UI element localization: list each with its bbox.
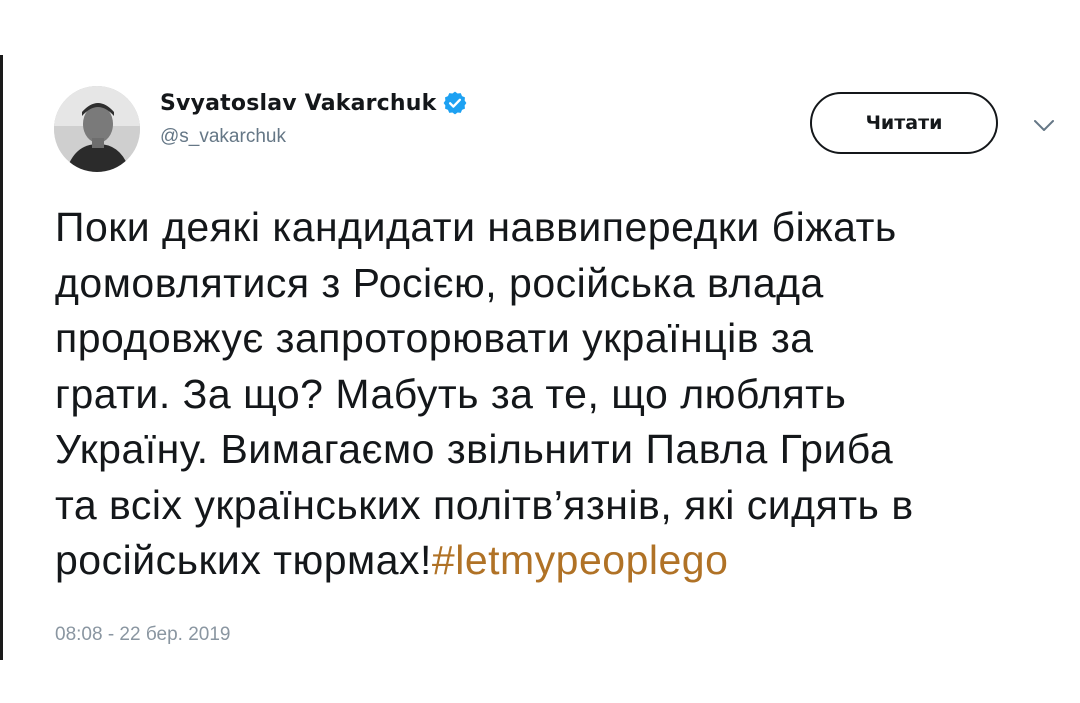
tweet-text-line: продовжує запроторювати українців за bbox=[55, 315, 814, 361]
avatar[interactable] bbox=[54, 86, 140, 172]
tweet-text-line: Поки деякі кандидати наввипередки біжать bbox=[55, 204, 897, 250]
display-name[interactable]: Svyatoslav Vakarchuk bbox=[160, 91, 436, 116]
tweet-card: Svyatoslav Vakarchuk @s_vakarchuk Читати… bbox=[0, 0, 1080, 703]
hashtag-link[interactable]: #letmypeoplego bbox=[432, 537, 728, 583]
tweet-timestamp[interactable]: 08:08 - 22 бер. 2019 bbox=[55, 624, 230, 646]
avatar-photo bbox=[54, 86, 140, 172]
chevron-down-icon[interactable] bbox=[1032, 117, 1056, 135]
tweet-text-line: російських тюрмах! bbox=[55, 537, 432, 583]
verified-badge-icon bbox=[442, 90, 468, 116]
user-handle[interactable]: @s_vakarchuk bbox=[160, 126, 468, 148]
tweet-text-line: грати. За що? Мабуть за те, що люблять bbox=[55, 370, 847, 417]
follow-button[interactable]: Читати bbox=[810, 92, 998, 154]
tweet-text-line: та всіх українських політв’язнів, які си… bbox=[55, 481, 914, 528]
tweet-text-last-line: російських тюрмах!#letmypeoplego bbox=[55, 533, 1065, 589]
tweet-text-line: домовлятися з Росією, російська влада bbox=[55, 259, 824, 306]
tweet-text: Поки деякі кандидати наввипередки біжать… bbox=[55, 200, 1065, 589]
tweet-text-line: Україну. Вимагаємо звільнити Павла Гриба bbox=[55, 426, 894, 472]
name-row: Svyatoslav Vakarchuk bbox=[160, 90, 468, 116]
author-block: Svyatoslav Vakarchuk @s_vakarchuk bbox=[160, 90, 468, 148]
